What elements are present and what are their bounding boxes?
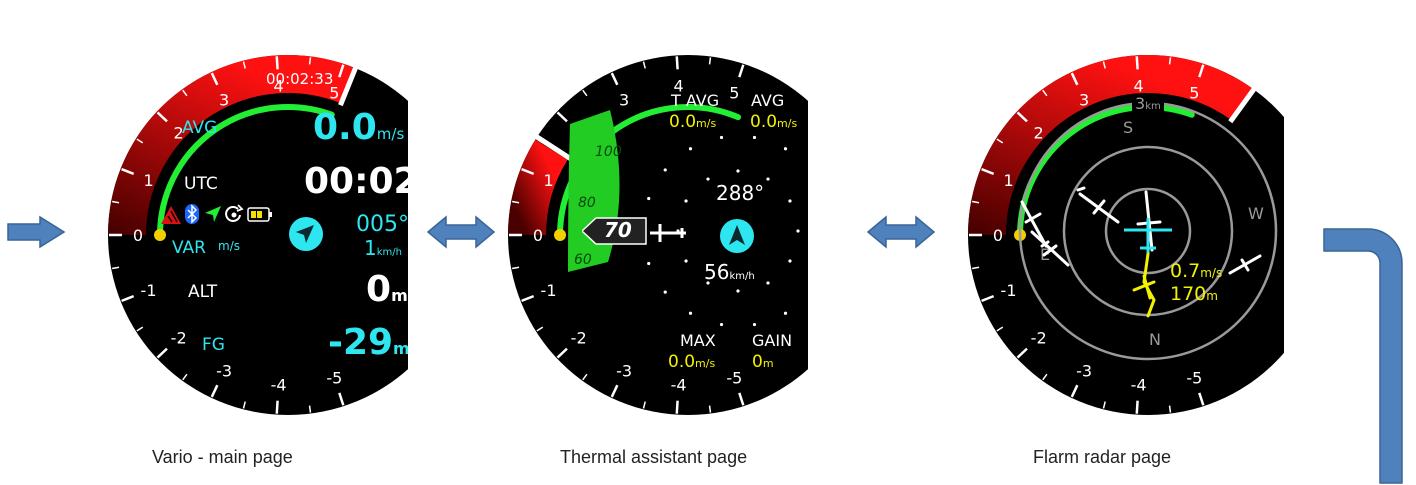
traffic-gliders [1020,186,1262,318]
swap-arrow-icon-1 [426,215,496,249]
alt-value: 0m [366,269,408,310]
swap-arrow-icon-2 [866,215,936,249]
avg-label: AVG [182,118,218,138]
thermal-icon [225,204,244,222]
timer: 00:02:33 [266,70,334,88]
north-arrow-icon [720,219,754,253]
var-unit: m/s [218,239,240,253]
heading-arrow-icon [289,217,323,251]
scale-label: -2 [171,329,187,348]
vario-main-screen[interactable]: 5 4 3 2 1 0 -1 -2 -3 -4 -5 00:02:33 AVG 0.0m/s UTC… [108,0,408,470]
scale-label: 1 [143,171,153,190]
thermal-assistant-screen[interactable]: 543210-1-2-3-4-5 100 80 60 70 T AVG 0.0m… [508,0,808,470]
max-label: MAX [680,331,716,350]
gps-arrow-icon [205,206,221,222]
flarm-radar-screen[interactable]: 5 4 3 2 1 0 -1 -2 -3 -4 -5 3km S W N E 0.7m/s 170m [968,0,1284,470]
airspeed-tape-100: 100 [595,144,622,160]
enter-arrow-icon [7,215,66,249]
avg-label-2: AVG [751,91,785,110]
gain-label: GAIN [752,331,793,350]
flarm-icon [161,206,181,224]
avg-value-2: 0.0m/s [750,112,798,132]
airspeed-tape-80: 80 [578,195,596,211]
caption-flarm: Flarm radar page [1033,447,1172,467]
alt-label: ALT [188,282,218,302]
scale-label: -4 [271,376,287,395]
scale-label: -1 [141,281,157,300]
utc-label: UTC [184,174,218,194]
heading-value: 005° [356,212,408,237]
tavg-value: 0.0m/s [669,112,717,132]
fg-value: -29m [328,322,408,363]
speed-value: 1km/h [364,236,402,260]
heading-value-2: 288° [716,181,765,205]
target-distance-value: 170m [1170,283,1218,305]
avg-value: 0.0m/s [313,107,405,148]
bluetooth-icon [185,204,199,224]
tavg-label: T AVG [671,91,720,110]
fg-label: FG [202,335,225,355]
scale-label: 3 [219,90,229,109]
scale-label: -3 [216,362,232,381]
glider-icon [650,224,686,242]
var-label: VAR [172,238,206,258]
target-vario-value: 0.7m/s [1170,260,1223,282]
utc-value: 00:02 [304,161,408,202]
airspeed-tape-60: 60 [574,252,592,268]
battery-icon [247,207,272,222]
caption-vario: Vario - main page [152,447,293,467]
scale-label: -5 [326,369,342,388]
return-arrow-icon [1323,228,1403,484]
groundspeed-value: 56km/h [704,260,755,284]
gain-value: 0m [752,352,774,372]
airspeed-value: 70 [604,218,632,242]
caption-thermal: Thermal assistant page [560,447,748,467]
max-value: 0.0m/s [668,352,716,372]
scale-label: 0 [133,226,143,245]
